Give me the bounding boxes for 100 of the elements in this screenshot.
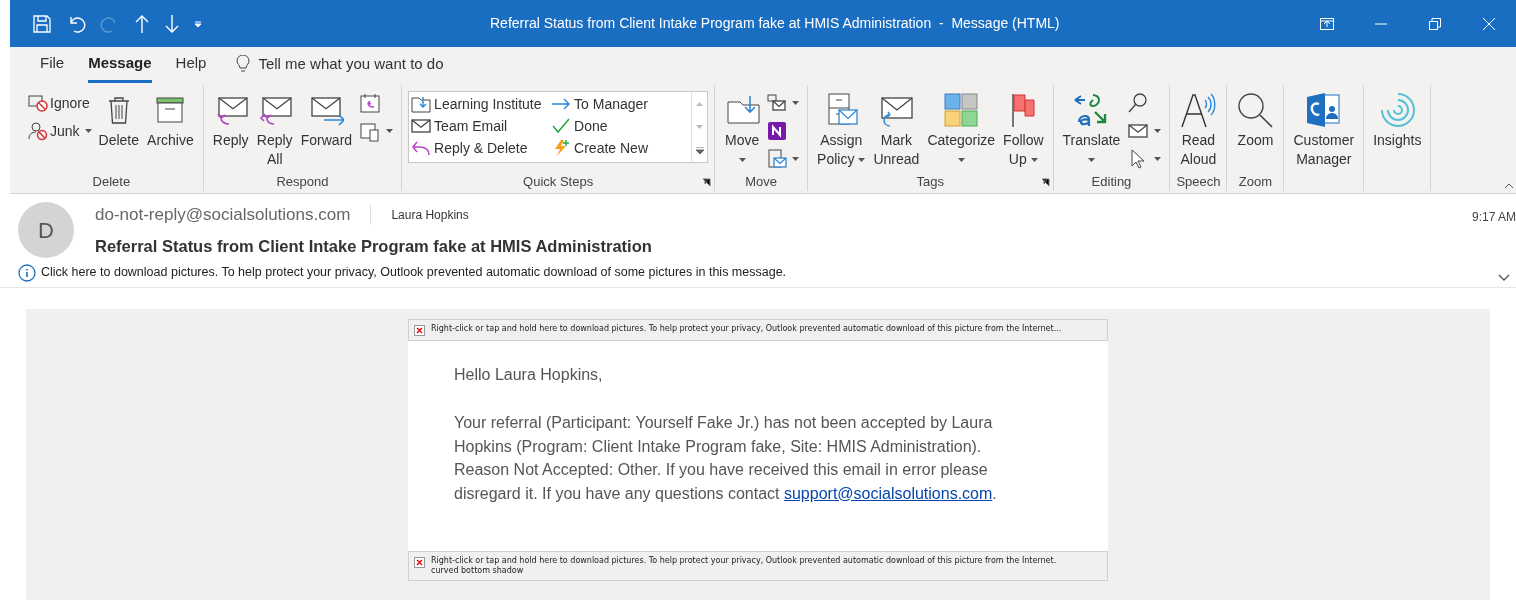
window-title: Referral Status from Client Intake Program fake at HMIS Administration - Message (HTML) (490, 14, 1060, 33)
ribbon-button[interactable]: Reply All (253, 87, 296, 173)
search-icon (1127, 92, 1150, 114)
dialog-launcher[interactable] (702, 178, 712, 187)
blocked-picture-message: Right-click or tap and hold here to download pictures. To help protect your privacy, Outlook prevented automatic download of this picture from the Internet. (431, 556, 1057, 566)
chevron-up-icon (1504, 183, 1514, 189)
launcher-icon (1040, 178, 1050, 187)
support-link[interactable]: support@socialsolutions.com (783, 484, 993, 502)
greeting: Hello Laura Hopkins, (454, 365, 604, 385)
caret-icon (84, 129, 92, 133)
ribbon-button[interactable]: Read Aloud (1176, 87, 1221, 173)
broken-image-icon (414, 557, 425, 568)
caret-icon (696, 124, 704, 129)
caret-up-icon (696, 101, 704, 106)
group-label: Editing (1091, 174, 1132, 190)
tell-me-field[interactable]: Tell me what you want to do (258, 52, 499, 75)
expand-button[interactable] (1498, 273, 1510, 282)
info-bar-message[interactable]: Click here to download pictures. To help protect your privacy, Outlook prevented automatic download of some pictures in this message. (41, 263, 787, 282)
caret-icon (1154, 157, 1162, 161)
quick-step[interactable]: Reply & Delete (411, 137, 552, 159)
ribbon-display-icon (1320, 17, 1334, 30)
received-time: 9:17 AM (1471, 209, 1516, 226)
zoom-icon (1236, 91, 1275, 129)
launcher-icon (702, 178, 712, 187)
ribbon-button[interactable]: Mark Unread (870, 87, 923, 173)
calendar-phone-icon (359, 120, 382, 142)
ribbon-button[interactable]: Insights (1370, 87, 1425, 173)
sender-avatar: D (18, 202, 74, 258)
quick-step[interactable]: Team Email (411, 115, 552, 137)
save-icon (32, 13, 52, 34)
insights-icon (1378, 91, 1417, 129)
ribbon-button[interactable]: Translate (1059, 87, 1124, 173)
quick-step[interactable]: Learning Institute (411, 93, 552, 115)
arrow-up-icon (134, 13, 150, 34)
caret-icon (738, 157, 746, 162)
quick-step[interactable]: To Manager (551, 93, 692, 115)
envelope-icon (411, 117, 432, 135)
notebook-icon (767, 121, 788, 141)
customize-button[interactable] (194, 19, 202, 28)
arrow-down-icon (164, 13, 180, 34)
ribbon-button[interactable]: Assign Policy (814, 87, 869, 173)
menu-tab[interactable]: Help (175, 51, 207, 83)
next-button[interactable] (164, 13, 180, 34)
ribbon-button[interactable]: Delete (95, 87, 143, 173)
save-button[interactable] (32, 13, 52, 34)
category-grid-icon (943, 92, 980, 128)
ribbon-button[interactable]: Customer Manager (1290, 87, 1358, 173)
ribbon-button[interactable]: Junk (26, 117, 94, 145)
quick-step[interactable]: Create New (551, 137, 692, 159)
caret-icon (1030, 157, 1038, 162)
ignore-icon (28, 93, 48, 113)
caret-icon (1087, 157, 1095, 162)
message-paragraph: Your referral (Participant: Yourself Fake Jr.) has not been accepted by Laura Hopkins (Program: Client Intake Program fake, Site: HMIS Administration). Reason Not Accepted: Other. If you have received this email in error please disregard it. If you have any questions contact support@socialsolutions.com. (454, 413, 998, 504)
recipient-name[interactable]: Laura Hopkins (391, 206, 469, 224)
sender-address[interactable]: do-not-reply@socialsolutions.com (95, 202, 351, 228)
alt-text: curved bottom shadow (431, 566, 525, 576)
previous-button[interactable] (134, 13, 150, 34)
caret-icon (194, 19, 202, 28)
minimize-icon (1375, 22, 1387, 25)
rules-icon (767, 93, 788, 113)
caret-icon (792, 157, 800, 161)
menu-tab[interactable]: File (40, 51, 65, 83)
dialog-launcher[interactable] (1040, 178, 1050, 187)
close-icon (1483, 17, 1495, 30)
checkmark-icon (551, 117, 572, 135)
caret-icon (792, 101, 800, 105)
group-label: Zoom (1238, 174, 1273, 190)
group-label: Tags (916, 174, 945, 190)
customer-manager-icon (1304, 91, 1343, 129)
meeting-icon (359, 92, 382, 114)
ribbon-button[interactable]: Forward (297, 87, 356, 173)
ribbon-button[interactable]: Zoom (1233, 87, 1278, 173)
caret-icon (957, 157, 965, 162)
ribbon-button[interactable]: Reply (209, 87, 252, 173)
ribbon-button[interactable]: Ignore (26, 89, 94, 117)
archive-icon (154, 94, 187, 126)
broken-image-icon (414, 325, 425, 336)
forward-icon (308, 94, 345, 126)
group-label: Move (745, 174, 777, 190)
collapse-ribbon-button[interactable] (1504, 183, 1514, 189)
actions-icon (767, 149, 788, 169)
group-label: Delete (92, 174, 131, 190)
lightbulb-icon (236, 54, 251, 73)
ribbon-button[interactable]: Categorize (924, 87, 999, 173)
reply-arrow-icon (411, 139, 432, 157)
group-label: Respond (276, 174, 329, 190)
message-subject: Referral Status from Client Intake Program fake at HMIS Administration (95, 236, 652, 257)
group-label: Quick Steps (523, 174, 594, 190)
ribbon-button[interactable]: Archive (144, 87, 197, 173)
ribbon-button[interactable]: Follow Up (1000, 87, 1047, 173)
more-icon (695, 146, 704, 154)
quick-step[interactable]: Done (551, 115, 692, 137)
restore-icon (1429, 17, 1441, 30)
blocked-picture[interactable]: Right-click or tap and hold here to download pictures. To help protect your privacy, Outlook prevented automatic download of this picture from the Internet... (408, 319, 1108, 341)
chevron-down-icon (1498, 273, 1510, 282)
ribbon-button[interactable]: Move (721, 87, 764, 173)
caret-icon (1154, 129, 1162, 133)
read-aloud-icon (1179, 92, 1218, 128)
blocked-picture[interactable]: Right-click or tap and hold here to download pictures. To help protect your privacy, Outlook prevented automatic download of this picture from the Internet. curved bottom shadow (408, 551, 1108, 581)
junk-icon (28, 121, 48, 141)
